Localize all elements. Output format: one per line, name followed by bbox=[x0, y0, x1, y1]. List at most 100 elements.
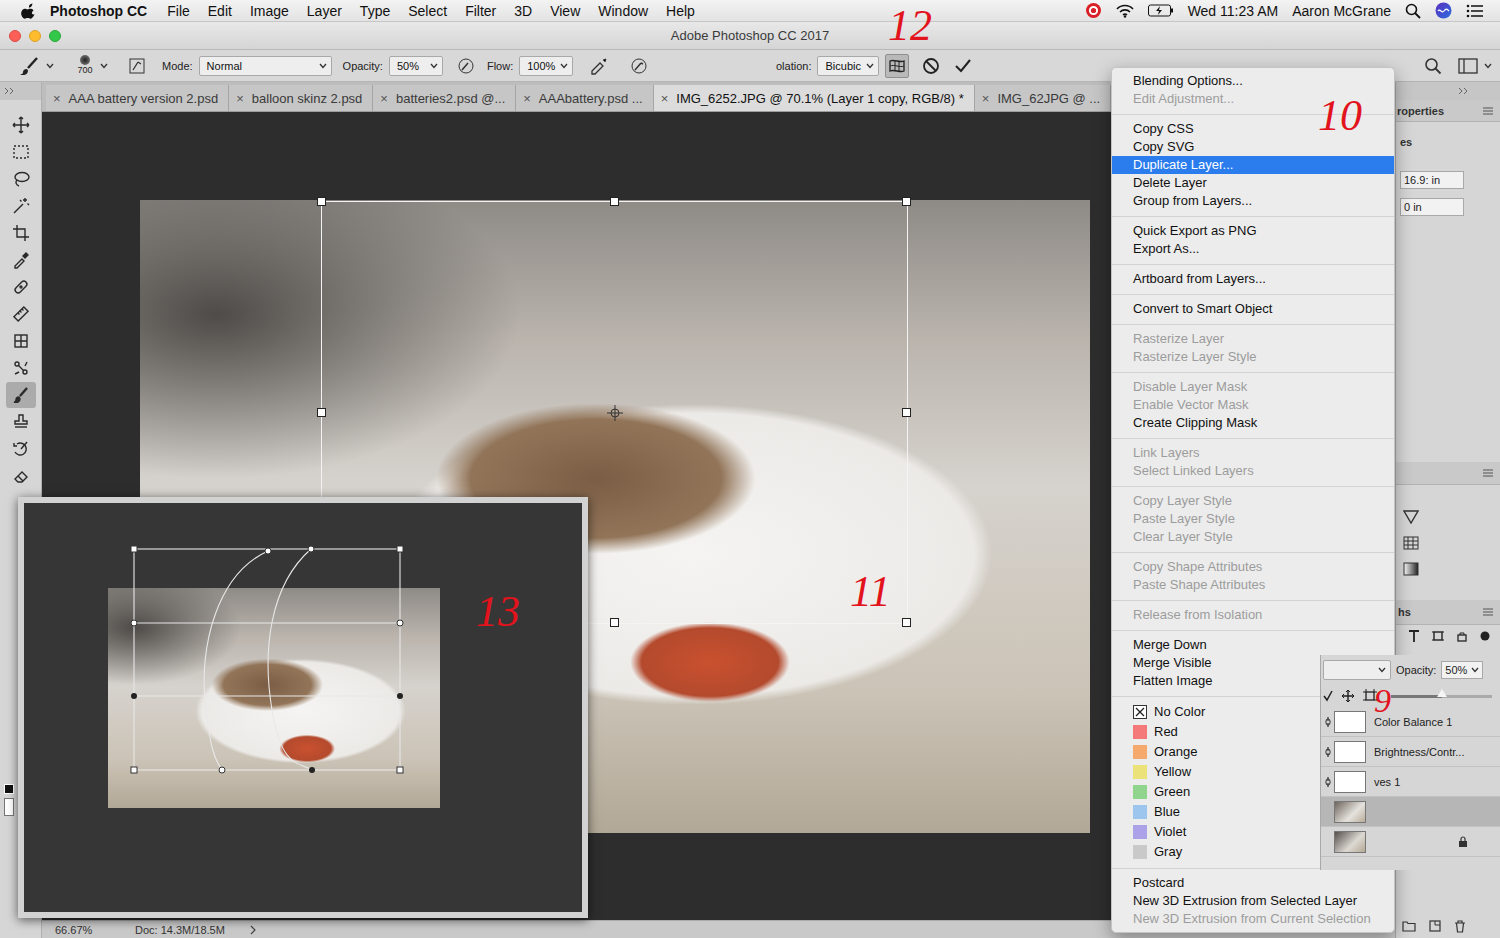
foreground-color[interactable] bbox=[4, 784, 14, 794]
transform-handle[interactable] bbox=[902, 408, 911, 417]
app-menu[interactable]: Photoshop CC bbox=[50, 3, 147, 19]
menu-item[interactable]: Duplicate Layer... bbox=[1112, 156, 1394, 174]
minimize-button[interactable] bbox=[29, 30, 41, 42]
menu-item[interactable]: Window bbox=[598, 3, 648, 19]
layer-opacity-field[interactable]: 50% bbox=[1441, 661, 1483, 679]
panel-menu-icon[interactable] bbox=[1482, 106, 1494, 116]
tab-close[interactable]: × bbox=[661, 91, 669, 106]
menu-item[interactable]: Artboard from Layers... bbox=[1112, 270, 1394, 288]
brush-tool-icon[interactable] bbox=[18, 56, 40, 76]
menu-item[interactable]: Edit bbox=[208, 3, 232, 19]
tool-button[interactable] bbox=[6, 166, 36, 192]
shape-filter-icon[interactable] bbox=[1432, 630, 1444, 642]
brush-preview[interactable]: 700 bbox=[70, 55, 100, 76]
triangle-icon[interactable] bbox=[1403, 510, 1419, 524]
panel-menu-icon[interactable] bbox=[1482, 607, 1494, 617]
transform-handle[interactable] bbox=[902, 197, 911, 206]
tab-close[interactable]: × bbox=[523, 91, 531, 106]
menu-item[interactable]: Help bbox=[666, 3, 695, 19]
transform-handle[interactable] bbox=[902, 618, 911, 627]
warp-grid[interactable] bbox=[24, 503, 582, 912]
airbrush-icon[interactable] bbox=[589, 57, 609, 75]
tool-button[interactable] bbox=[6, 355, 36, 381]
search-icon[interactable] bbox=[1424, 57, 1442, 75]
menu-item[interactable]: Layer bbox=[307, 3, 342, 19]
siri-icon[interactable] bbox=[1435, 2, 1452, 19]
menu-item[interactable]: Export As... bbox=[1112, 240, 1394, 258]
lock-position-icon[interactable] bbox=[1341, 689, 1355, 703]
document-tab[interactable]: ×IMG_6252.JPG @ 70.1% (Layer 1 copy, RGB… bbox=[654, 85, 975, 111]
menu-item[interactable]: File bbox=[167, 3, 190, 19]
trash-icon[interactable] bbox=[1454, 920, 1466, 933]
layer-row[interactable] bbox=[1321, 797, 1500, 827]
tool-button[interactable] bbox=[6, 112, 36, 138]
tool-button[interactable] bbox=[6, 247, 36, 273]
transform-handle[interactable] bbox=[317, 408, 326, 417]
opacity-slider-thumb[interactable] bbox=[1437, 689, 1447, 697]
tab-close[interactable]: × bbox=[982, 91, 990, 106]
layer-row[interactable]: ves 1 bbox=[1321, 767, 1500, 797]
panel-menu-icon[interactable] bbox=[1482, 468, 1494, 478]
search-icon[interactable] bbox=[1405, 3, 1421, 19]
type-filter-icon[interactable] bbox=[1408, 630, 1420, 642]
menu-item[interactable]: Type bbox=[360, 3, 390, 19]
transform-handle[interactable] bbox=[610, 618, 619, 627]
new-layer-icon[interactable] bbox=[1428, 920, 1442, 932]
menu-item[interactable]: Select bbox=[408, 3, 447, 19]
wifi-icon[interactable] bbox=[1116, 4, 1134, 18]
grid-icon[interactable] bbox=[1403, 536, 1419, 550]
tool-button[interactable] bbox=[6, 382, 36, 408]
menu-item[interactable]: Create Clipping Mask bbox=[1112, 414, 1394, 432]
tool-button[interactable] bbox=[6, 436, 36, 462]
panel-title[interactable]: roperties bbox=[1397, 105, 1444, 117]
status-menu-icon[interactable] bbox=[249, 925, 257, 935]
battery-icon[interactable] bbox=[1148, 4, 1174, 17]
color-swatches[interactable] bbox=[4, 784, 18, 818]
tool-button[interactable] bbox=[6, 220, 36, 246]
document-tab[interactable]: ×IMG_62JPG @ ... bbox=[975, 85, 1111, 111]
gradient-icon[interactable] bbox=[1403, 562, 1419, 576]
filter-toggle-icon[interactable] bbox=[1480, 631, 1490, 641]
menu-item[interactable]: Filter bbox=[465, 3, 496, 19]
warp-toggle[interactable] bbox=[885, 54, 909, 78]
menu-item[interactable]: Quick Export as PNG bbox=[1112, 222, 1394, 240]
tool-button[interactable] bbox=[6, 463, 36, 489]
background-color[interactable] bbox=[4, 798, 14, 816]
notification-list-icon[interactable] bbox=[1466, 4, 1484, 18]
tool-button[interactable] bbox=[6, 301, 36, 327]
menu-item[interactable]: Group from Layers... bbox=[1112, 192, 1394, 210]
flow-field[interactable]: 100% bbox=[519, 56, 573, 76]
new-group-icon[interactable] bbox=[1402, 920, 1416, 932]
panel-title[interactable]: hs bbox=[1398, 606, 1411, 618]
lock-pixels-icon[interactable] bbox=[1323, 690, 1333, 702]
menu-item[interactable]: View bbox=[550, 3, 580, 19]
transform-handle[interactable] bbox=[610, 197, 619, 206]
brush-panel-icon[interactable] bbox=[128, 57, 146, 75]
interpolation-select[interactable]: Bicubic bbox=[817, 56, 879, 76]
document-tab[interactable]: ×AAAbattery.psd ... bbox=[516, 85, 653, 111]
tool-button[interactable] bbox=[6, 409, 36, 435]
tab-close[interactable]: × bbox=[53, 91, 61, 106]
cancel-transform-icon[interactable] bbox=[922, 57, 940, 75]
document-tab[interactable]: ×AAA battery version 2.psd bbox=[46, 85, 229, 111]
close-button[interactable] bbox=[9, 30, 21, 42]
creative-cloud-icon[interactable] bbox=[1085, 2, 1102, 19]
dimension-field[interactable]: 16.9: in bbox=[1400, 171, 1464, 189]
workspace-icon[interactable] bbox=[1458, 58, 1478, 74]
menu-item[interactable]: Merge Down bbox=[1112, 636, 1394, 654]
zoom-level[interactable]: 66.67% bbox=[55, 924, 135, 936]
tab-close[interactable]: × bbox=[236, 91, 244, 106]
clock[interactable]: Wed 11:23 AM bbox=[1188, 3, 1279, 19]
layer-row[interactable]: Color Balance 1 bbox=[1321, 707, 1500, 737]
pressure-size-icon[interactable] bbox=[629, 57, 649, 75]
layer-row[interactable] bbox=[1321, 827, 1500, 857]
opacity-slider-track[interactable] bbox=[1391, 695, 1492, 698]
mode-select[interactable]: Normal bbox=[199, 56, 332, 76]
menu-item[interactable]: Delete Layer bbox=[1112, 174, 1394, 192]
tool-button[interactable] bbox=[6, 139, 36, 165]
menu-item[interactable]: New 3D Extrusion from Selected Layer bbox=[1112, 892, 1394, 910]
transform-handle[interactable] bbox=[317, 197, 326, 206]
document-tab[interactable]: ×batteries2.psd @... bbox=[373, 85, 516, 111]
tab-close[interactable]: × bbox=[380, 91, 388, 106]
menu-item[interactable]: Convert to Smart Object bbox=[1112, 300, 1394, 318]
